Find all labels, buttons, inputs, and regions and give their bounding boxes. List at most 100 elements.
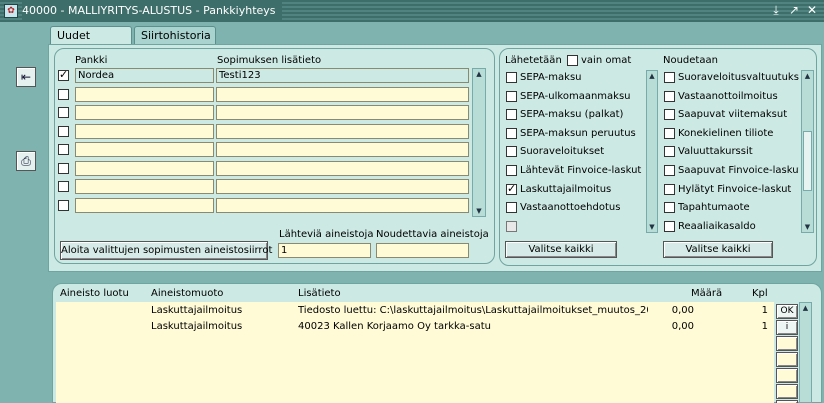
fetching-option-label: Hylätyt Finvoice-laskut	[678, 183, 792, 195]
sending-scrollbar[interactable]: ▲ ▼	[646, 70, 658, 233]
fetching-checkbox[interactable]	[664, 165, 675, 176]
fetching-checkbox[interactable]	[664, 72, 675, 83]
scroll-down-icon[interactable]: ▼	[802, 222, 813, 232]
fetching-checkbox[interactable]	[664, 183, 675, 195]
close-icon[interactable]: ✕	[804, 3, 820, 19]
sending-checkbox[interactable]	[506, 127, 517, 139]
scroll-thumb[interactable]	[803, 131, 812, 191]
agreement-checkbox[interactable]	[58, 199, 69, 211]
bank-field[interactable]	[75, 105, 214, 120]
fetching-scrollbar[interactable]: ▲ ▼	[801, 70, 814, 233]
col-material-created: Aineisto luotu	[60, 288, 129, 299]
fetching-checkbox[interactable]	[664, 146, 675, 158]
fetching-option-label: Tapahtumaote	[678, 202, 750, 214]
materials-scrollbar[interactable]: ▲	[799, 302, 812, 403]
col-count: Kpl	[752, 288, 768, 299]
app-icon: ✿	[4, 4, 18, 18]
window-title: 40000 - MALLIYRITYS-ALUSTUS - Pankkiyhte…	[22, 0, 282, 22]
agreement-checkbox[interactable]	[58, 125, 69, 137]
row-action-button[interactable]	[776, 336, 798, 351]
agreement-info-field[interactable]	[216, 179, 469, 194]
incoming-count-field[interactable]	[376, 243, 469, 258]
agreement-checkbox[interactable]	[58, 107, 69, 118]
maximize-icon[interactable]: ↗	[786, 3, 802, 19]
sending-checkbox[interactable]	[506, 90, 517, 102]
agreement-info-field[interactable]	[216, 160, 469, 176]
agreement-info-field[interactable]	[216, 86, 469, 102]
scroll-up-icon[interactable]: ▲	[647, 71, 657, 81]
sending-option-label: Vastaanottoehdotus	[520, 202, 621, 214]
material-form-cell: Laskuttajailmoitus	[151, 321, 243, 332]
fetching-checkbox[interactable]	[664, 220, 675, 232]
exit-icon[interactable]: ⇤	[16, 67, 36, 87]
start-transfers-button[interactable]: Aloita valittujen sopimusten aineistosii…	[60, 241, 272, 260]
outgoing-count-field[interactable]: 1	[278, 243, 371, 258]
bank-field[interactable]: Nordea	[75, 68, 214, 83]
agreement-info-field[interactable]	[216, 142, 469, 157]
tab-uudet-siirrot[interactable]: Uudet siirrot	[50, 26, 132, 59]
agreements-scrollbar[interactable]: ▲ ▼	[472, 68, 486, 217]
print-icon[interactable]: ⎙	[16, 151, 36, 171]
row-action-button[interactable]	[776, 384, 798, 399]
fetching-option-label: Reaaliaikasaldo	[678, 220, 756, 232]
row-action-button[interactable]	[776, 368, 798, 383]
sending-option-label: SEPA-ulkomaanmaksu	[520, 90, 631, 102]
agreement-info-field[interactable]	[216, 105, 469, 120]
material-info-cell: 40023 Kallen Korjaamo Oy tarkka-satu	[298, 321, 491, 332]
agreement-checkbox[interactable]	[58, 68, 69, 81]
only-own-checkbox[interactable]	[567, 55, 578, 66]
fetching-option-label: Konekielinen tiliote	[678, 127, 774, 139]
fetching-checkbox[interactable]	[664, 202, 675, 214]
tab-siirtohistoria[interactable]: Siirtohistoria	[134, 26, 216, 44]
ok-button[interactable]: OK	[776, 304, 798, 319]
bank-field[interactable]	[75, 123, 214, 139]
bank-field[interactable]	[75, 179, 214, 194]
scroll-up-icon[interactable]: ▲	[802, 71, 813, 81]
bank-field[interactable]	[75, 197, 214, 213]
sending-option-label: Lähtevät Finvoice-laskut	[520, 165, 642, 176]
scroll-up-icon[interactable]: ▲	[800, 303, 811, 313]
fetching-option-label: Saapuvat Finvoice-laskut	[678, 165, 799, 176]
title-bar: ✿ 40000 - MALLIYRITYS-ALUSTUS - Pankkiyh…	[0, 0, 824, 22]
bank-field[interactable]	[75, 142, 214, 157]
fetching-checkbox[interactable]	[664, 109, 675, 121]
material-info-cell: Tiedosto luettu: C:\laskuttajailmoitus\L…	[298, 305, 648, 316]
scroll-down-icon[interactable]: ▼	[647, 222, 657, 232]
col-amount: Määrä	[691, 288, 723, 299]
sending-checkbox[interactable]	[506, 72, 517, 83]
select-all-fetching-button[interactable]: Valitse kaikki	[663, 241, 773, 258]
sending-checkbox[interactable]	[506, 146, 517, 158]
select-all-sending-button[interactable]: Valitse kaikki	[505, 241, 617, 258]
fetching-checkbox[interactable]	[664, 127, 675, 139]
fetching-option-label: Suoraveloitusvaltuutukse	[678, 72, 799, 83]
agreement-checkbox[interactable]	[58, 181, 69, 192]
agreement-info-field[interactable]	[216, 197, 469, 213]
scroll-up-icon[interactable]: ▲	[473, 69, 485, 79]
agreement-checkbox[interactable]	[58, 88, 69, 100]
bank-column-header: Pankki	[75, 55, 108, 66]
info-button[interactable]: i	[776, 320, 798, 335]
sending-checkbox[interactable]	[506, 165, 517, 176]
sending-checkbox[interactable]	[506, 109, 517, 121]
bank-field[interactable]	[75, 160, 214, 176]
sending-option-label: SEPA-maksun peruutus	[520, 127, 636, 139]
material-count-cell: 1	[761, 305, 768, 316]
sending-checkbox[interactable]	[506, 202, 517, 214]
material-form-cell: Laskuttajailmoitus	[151, 305, 243, 316]
material-count-cell: 1	[761, 321, 768, 332]
sending-option-label: Suoraveloitukset	[520, 146, 605, 158]
outgoing-label: Lähteviä aineistoja	[279, 229, 374, 240]
agreement-info-field[interactable]: Testi123	[216, 68, 469, 83]
scroll-down-icon[interactable]: ▼	[473, 206, 485, 216]
sending-checkbox[interactable]	[506, 182, 517, 195]
row-action-button[interactable]	[776, 352, 798, 367]
agreement-checkbox[interactable]	[58, 162, 69, 174]
agreement-info-field[interactable]	[216, 123, 469, 139]
fetching-checkbox[interactable]	[664, 90, 675, 102]
fetching-option-label: Valuuttakurssit	[678, 146, 753, 158]
minimize-icon[interactable]: ⤓	[768, 3, 784, 19]
material-amount-cell: 0,00	[671, 321, 694, 332]
bank-field[interactable]	[75, 86, 214, 102]
sending-option-label: SEPA-maksu (palkat)	[520, 109, 624, 121]
agreement-checkbox[interactable]	[58, 144, 69, 155]
